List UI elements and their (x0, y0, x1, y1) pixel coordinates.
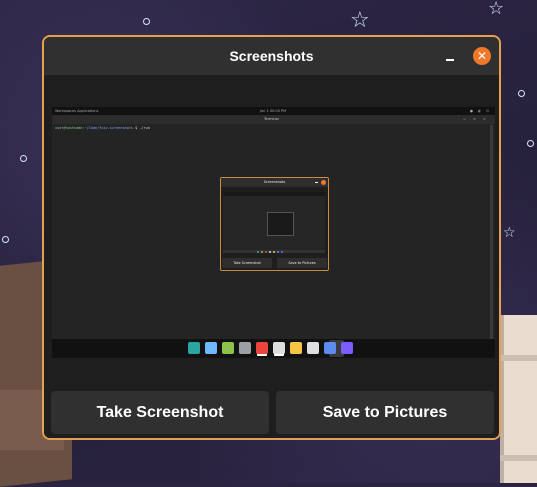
dock-app-icon (256, 342, 268, 354)
preview-status-icons: ● ◐ ⏻ (469, 108, 491, 113)
wallpaper-shelf-bar (500, 455, 537, 461)
preview-top-bar: Workspaces Applications Jan 1 00:00 PM ●… (52, 107, 495, 115)
window-title: Screenshots (229, 48, 314, 64)
prompt-command: $ ./run (135, 126, 150, 130)
nested-dock-dot (277, 250, 279, 253)
nested-window-title: Screenshots (221, 178, 328, 187)
dock-app-icon (324, 342, 336, 354)
star-icon: ☆ (503, 225, 516, 241)
screenshots-window: Screenshots ✕ Workspaces Applications Ja… (42, 35, 501, 440)
dock-app-icon (341, 342, 353, 354)
preview-scrollbar (490, 125, 493, 339)
prompt-user: user@hostname (55, 126, 83, 130)
dock-icons (188, 342, 353, 354)
preview-nested-window: Screenshots Take Screenshot Save to Pict… (220, 177, 329, 271)
title-bar[interactable]: Screenshots ✕ (44, 37, 499, 75)
nested-preview (223, 192, 325, 250)
nested-dock-dot (257, 250, 259, 253)
take-screenshot-button[interactable]: Take Screenshot (51, 391, 269, 434)
nested-dock (223, 250, 325, 253)
dock-app-icon (188, 342, 200, 354)
nested-minimize-icon (315, 182, 318, 183)
preview-terminal-prompt: user@hostname:~/Code/fuzz-screenshots $ … (55, 126, 150, 130)
preview-terminal-icons: ▫ ≡ ✕ (463, 117, 489, 121)
circle-decoration (527, 140, 534, 147)
nested-dock-dot (269, 250, 271, 253)
close-button[interactable]: ✕ (473, 47, 491, 65)
preview-terminal-title: Terminal (264, 117, 279, 121)
preview-workspaces-label: Workspaces Applications (55, 108, 99, 113)
circle-decoration (2, 236, 9, 243)
preview-dock (52, 339, 495, 358)
dock-app-icon (273, 342, 285, 354)
nested-dock-dot (281, 250, 283, 253)
nested-dock-dot (273, 250, 275, 253)
preview-terminal-header: Terminal ▫ ≡ ✕ (52, 115, 495, 124)
nested-dock-dot (261, 250, 263, 253)
preview-area: Workspaces Applications Jan 1 00:00 PM ●… (44, 75, 499, 387)
dock-app-icon (205, 342, 217, 354)
dock-app-icon (290, 342, 302, 354)
dock-app-icon (239, 342, 251, 354)
save-to-pictures-button[interactable]: Save to Pictures (276, 391, 494, 434)
preview-clock: Jan 1 00:00 PM (260, 108, 287, 113)
nested-top-bar (223, 192, 325, 196)
circle-decoration (518, 90, 525, 97)
star-icon: ☆ (350, 8, 370, 33)
nested-save-button: Save to Pictures (277, 258, 327, 268)
dock-app-icon (307, 342, 319, 354)
screenshot-preview: Workspaces Applications Jan 1 00:00 PM ●… (52, 107, 495, 358)
minimize-icon (446, 59, 454, 61)
circle-decoration (20, 155, 27, 162)
wallpaper-shelf-bar (500, 355, 537, 361)
nested-inner-window (267, 212, 294, 236)
nested-close-icon (321, 180, 326, 185)
prompt-path: :~/Code/fuzz-screenshots (82, 126, 133, 130)
nested-take-button: Take Screenshot (222, 258, 272, 268)
circle-decoration (143, 18, 150, 25)
nested-dock-dot (265, 250, 267, 253)
minimize-button[interactable] (443, 49, 457, 63)
action-bar: Take Screenshot Save to Pictures (44, 387, 499, 438)
dock-app-icon (222, 342, 234, 354)
star-icon: ☆ (488, 0, 505, 19)
